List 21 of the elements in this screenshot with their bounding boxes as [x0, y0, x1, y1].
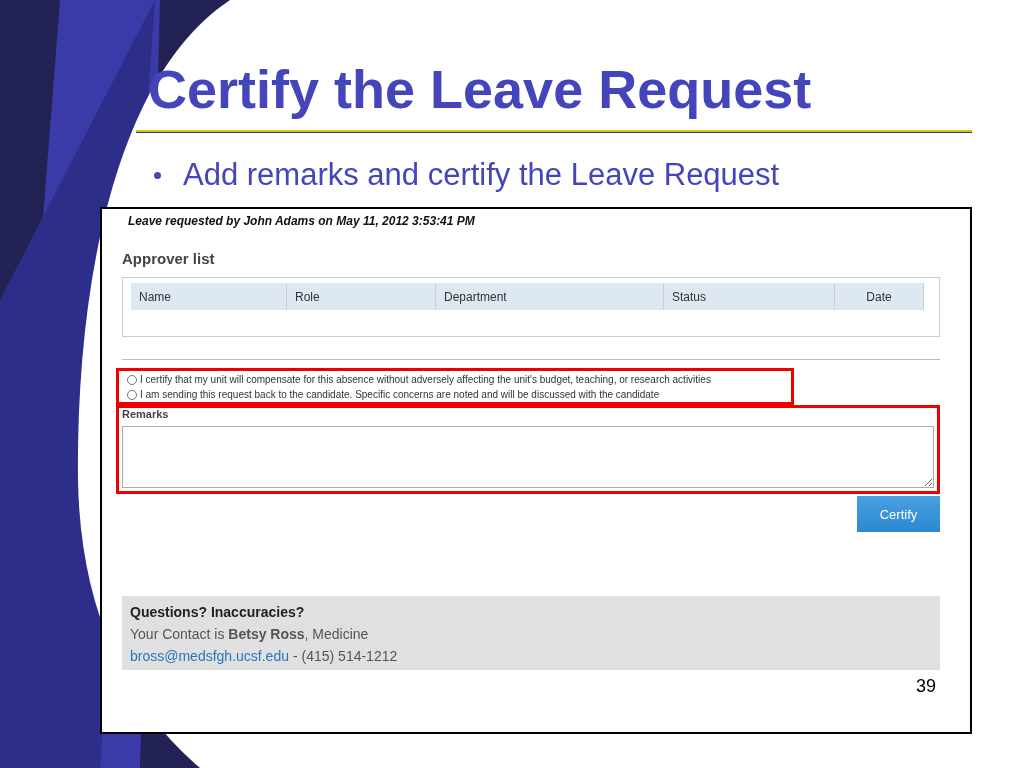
section-heading: Approver list	[122, 250, 216, 267]
contact-title: Questions? Inaccuracies?	[130, 604, 306, 620]
bullet-text: Add remarks and certify the Leave Request	[183, 157, 780, 193]
option-label: I certify that my unit will compensate for this absence without adversely affecting the unit's budget, teaching, or research activities	[140, 374, 711, 385]
column-header: Department	[436, 283, 664, 310]
contact-details: bross@medsfgh.ucsf.edu - (415) 514-1212	[130, 648, 399, 664]
radio-button[interactable]	[127, 389, 137, 400]
column-header: Name	[131, 283, 287, 310]
contact-line: Your Contact is Betsy Ross, Medicine	[130, 626, 370, 642]
column-header: Status	[664, 283, 835, 310]
request-info: Leave requested by John Adams on May 11, 2012 3:53:41 PM	[128, 214, 476, 228]
page-number: 39	[915, 676, 936, 697]
option-label: I am sending this request back to the candidate. Specific concerns are noted and will be discussed with the candidate	[140, 389, 660, 400]
bullet-icon	[154, 171, 161, 179]
remarks-label: Remarks	[122, 408, 170, 420]
remarks-field[interactable]	[122, 426, 934, 488]
certify-button[interactable]: Certify	[857, 496, 940, 532]
radio-button[interactable]	[127, 374, 137, 385]
email-link[interactable]: bross@medsfgh.ucsf.edu	[130, 648, 289, 664]
column-header: Role	[287, 283, 436, 310]
column-header: Date	[835, 283, 924, 310]
